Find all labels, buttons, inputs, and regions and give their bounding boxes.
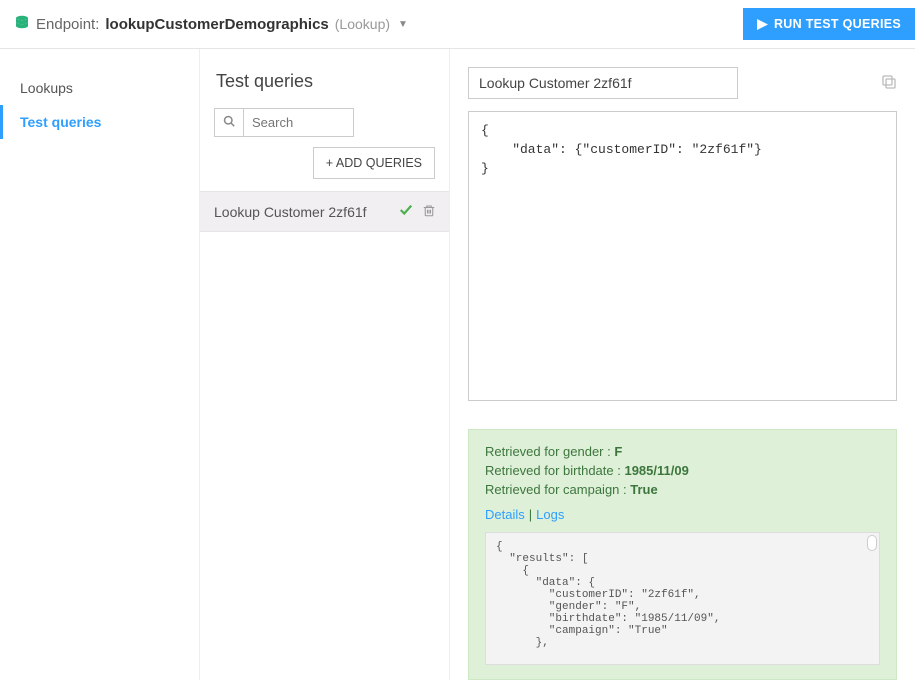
detail-top	[468, 67, 897, 99]
sidebar: Lookups Test queries	[0, 49, 200, 680]
sidebar-item-test-queries[interactable]: Test queries	[0, 105, 199, 139]
topbar: Endpoint: lookupCustomerDemographics (Lo…	[0, 0, 915, 49]
queries-column: Test queries + ADD QUERIES Lookup Custom…	[200, 49, 450, 680]
result-links: Details|Logs	[485, 507, 880, 522]
result-line: Retrieved for gender : F	[485, 444, 880, 459]
topbar-left: Endpoint: lookupCustomerDemographics (Lo…	[14, 15, 408, 34]
details-link[interactable]: Details	[485, 507, 525, 522]
results-panel: Retrieved for gender : F Retrieved for b…	[468, 429, 897, 680]
code-editor[interactable]: { "data": {"customerID": "2zf61f"} }	[468, 111, 897, 401]
add-queries-button[interactable]: + ADD QUERIES	[313, 147, 435, 179]
query-list-item[interactable]: Lookup Customer 2zf61f	[200, 191, 449, 232]
endpoint-name[interactable]: lookupCustomerDemographics	[105, 16, 328, 33]
check-icon	[399, 203, 413, 220]
result-line: Retrieved for birthdate : 1985/11/09	[485, 463, 880, 478]
chevron-down-icon[interactable]: ▼	[398, 19, 408, 30]
sidebar-item-lookups[interactable]: Lookups	[0, 71, 199, 105]
search-icon	[215, 109, 244, 136]
endpoint-label: Endpoint:	[36, 16, 99, 33]
search-input[interactable]	[244, 109, 353, 136]
result-line: Retrieved for campaign : True	[485, 482, 880, 497]
main-shell: Lookups Test queries Test queries + ADD …	[0, 49, 915, 680]
trash-icon[interactable]	[423, 204, 435, 220]
scrollbar-thumb[interactable]	[867, 535, 877, 551]
query-item-label: Lookup Customer 2zf61f	[214, 204, 367, 220]
database-icon	[14, 15, 30, 34]
endpoint-type: (Lookup)	[335, 16, 390, 32]
query-name-input[interactable]	[468, 67, 738, 99]
main: Test queries + ADD QUERIES Lookup Custom…	[200, 49, 915, 680]
run-test-queries-button[interactable]: RUN TEST QUERIES	[743, 8, 915, 40]
search-wrap	[214, 108, 354, 137]
query-item-actions	[399, 203, 435, 220]
result-json[interactable]: { "results": [ { "data": { "customerID":…	[485, 532, 880, 665]
detail-panel: { "data": {"customerID": "2zf61f"} } Ret…	[450, 49, 915, 680]
logs-link[interactable]: Logs	[536, 507, 564, 522]
copy-icon[interactable]	[881, 74, 897, 93]
queries-title: Test queries	[200, 49, 449, 108]
run-button-label: RUN TEST QUERIES	[774, 17, 901, 31]
